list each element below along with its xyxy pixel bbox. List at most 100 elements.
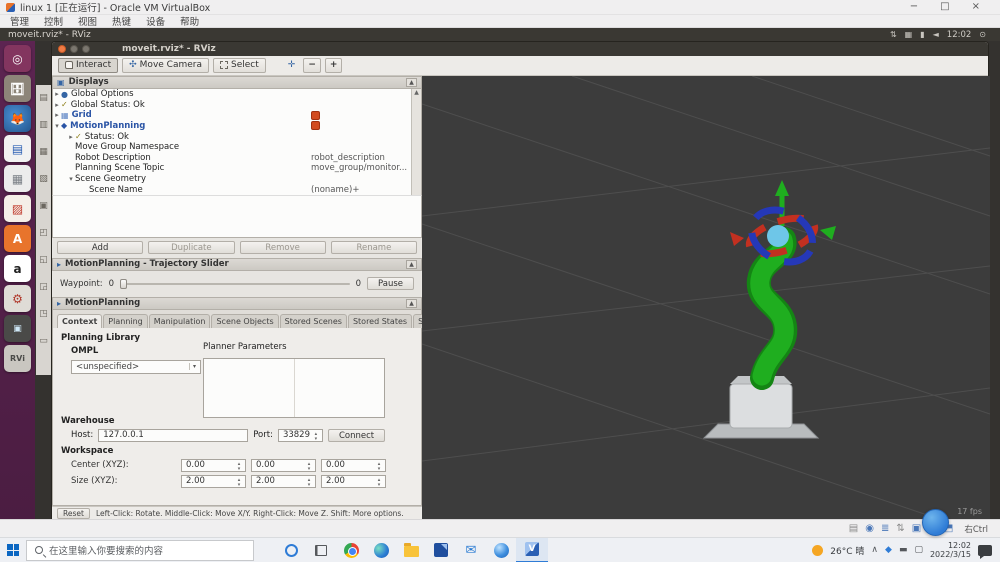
tree-row-grid[interactable]: ▸ ▦ Grid <box>53 110 421 121</box>
rviz-titlebar[interactable]: moveit.rviz* - RViz <box>52 42 988 56</box>
displays-panel-header[interactable]: ▣ Displays ▲ <box>52 76 422 89</box>
size-z-field[interactable]: 2.00 <box>321 475 386 488</box>
start-button[interactable] <box>0 538 26 562</box>
edge-taskbar-button[interactable] <box>366 538 396 562</box>
amazon-icon[interactable]: a <box>4 255 31 282</box>
notification-center-icon[interactable] <box>978 545 992 556</box>
virtualbox-taskbar-button[interactable]: V <box>516 538 548 562</box>
dock-strip-icon[interactable]: ◳ <box>39 309 48 319</box>
rviz-minimize-button[interactable] <box>70 45 78 53</box>
menu-input[interactable]: 热键 <box>112 14 131 28</box>
file-explorer-button[interactable] <box>396 538 426 562</box>
property-value[interactable]: robot_description <box>311 153 385 163</box>
size-y-field[interactable]: 2.00 <box>251 475 316 488</box>
dock-strip-icon[interactable]: ◱ <box>39 255 48 265</box>
ubuntu-clock[interactable]: 12:02 <box>947 30 972 40</box>
planner-library-dropdown[interactable]: <unspecified> ▾ <box>71 360 201 374</box>
add-display-button[interactable]: Add <box>57 241 143 254</box>
add-tool-button[interactable]: + <box>325 58 343 73</box>
expander-icon[interactable]: ▸ <box>53 111 61 119</box>
tree-row-planning-scene-topic[interactable]: Planning Scene Topic move_group/monitor.… <box>53 163 421 174</box>
blue-app-button[interactable] <box>426 538 456 562</box>
menu-view[interactable]: 视图 <box>78 14 97 28</box>
tree-row-motionplanning[interactable]: ▾ ◆ MotionPlanning <box>53 121 421 132</box>
tree-row-move-group-namespace[interactable]: Move Group Namespace <box>53 142 421 153</box>
property-value[interactable]: move_group/monitor... <box>311 163 407 173</box>
cortana-button[interactable] <box>276 538 306 562</box>
motionplanning-panel-header[interactable]: ▸ MotionPlanning ▲ <box>52 297 422 310</box>
tab-stored-scenes[interactable]: Stored Scenes <box>280 314 347 328</box>
volume-icon[interactable]: ◄ <box>933 30 939 39</box>
network-icon[interactable]: ⇅ <box>890 30 897 39</box>
cd-status-icon[interactable]: ◉ <box>865 523 874 534</box>
remove-display-button[interactable]: Remove <box>240 241 326 254</box>
network-status-icon[interactable]: ≣ <box>881 523 889 534</box>
screenshot-tool-icon[interactable]: ▣ <box>4 315 31 342</box>
tray-expand-icon[interactable]: ∧ <box>871 545 878 555</box>
port-field[interactable]: 33829 <box>278 429 323 442</box>
ubuntu-software-icon[interactable]: A <box>4 225 31 252</box>
scroll-up-icon[interactable]: ▲ <box>406 78 417 87</box>
pause-button[interactable]: Pause <box>367 277 414 290</box>
dock-strip-icon[interactable]: ◰ <box>39 228 48 238</box>
select-tool-button[interactable]: Select <box>213 58 266 73</box>
menu-help[interactable]: 帮助 <box>180 14 199 28</box>
battery-icon[interactable]: ▮ <box>920 30 924 39</box>
dock-strip-icon[interactable]: ▣ <box>39 201 48 211</box>
libreoffice-impress-icon[interactable]: ▨ <box>4 195 31 222</box>
size-x-field[interactable]: 2.00 <box>181 475 246 488</box>
center-z-field[interactable]: 0.00 <box>321 459 386 472</box>
firefox-icon[interactable]: 🦊 <box>4 105 31 132</box>
tree-scrollbar[interactable]: ▲ <box>411 89 421 195</box>
chrome-taskbar-button[interactable] <box>336 538 366 562</box>
libreoffice-writer-icon[interactable]: ▤ <box>4 135 31 162</box>
dock-strip-icon[interactable]: ▥ <box>39 120 48 130</box>
tree-row-robot-description[interactable]: Robot Description robot_description <box>53 152 421 163</box>
dash-home-icon[interactable]: ◎ <box>4 45 31 72</box>
dock-strip-icon[interactable]: ▤ <box>39 93 48 103</box>
focus-camera-tool-button[interactable]: ✛ <box>284 58 300 73</box>
libreoffice-calc-icon[interactable]: ▦ <box>4 165 31 192</box>
menu-devices[interactable]: 设备 <box>146 14 165 28</box>
collapse-icon[interactable]: ▲ <box>406 260 417 269</box>
display-status-icon[interactable]: ▣ <box>912 523 921 534</box>
planner-parameters-box[interactable] <box>203 358 385 418</box>
tree-row-scene-geometry[interactable]: ▾ Scene Geometry <box>53 174 421 185</box>
rename-display-button[interactable]: Rename <box>331 241 417 254</box>
mail-button[interactable]: ✉ <box>456 538 486 562</box>
browser-globe-button[interactable] <box>486 538 516 562</box>
remove-tool-button[interactable]: − <box>303 58 321 73</box>
close-button[interactable]: × <box>972 0 980 14</box>
rviz-close-button[interactable] <box>58 45 66 53</box>
tree-row-status-ok[interactable]: ▸ ✓ Status: Ok <box>53 131 421 142</box>
tab-planning[interactable]: Planning <box>103 314 147 328</box>
trajectory-slider-panel-header[interactable]: ▸ MotionPlanning - Trajectory Slider ▲ <box>52 258 422 271</box>
expander-icon[interactable]: ▾ <box>67 175 75 183</box>
defender-shield-icon[interactable]: ◆ <box>885 545 892 555</box>
3d-viewport[interactable]: 17 fps <box>422 76 990 519</box>
files-icon[interactable]: 🗄 <box>4 75 31 102</box>
tab-manipulation[interactable]: Manipulation <box>149 314 211 328</box>
maximize-button[interactable]: □ <box>940 0 949 14</box>
center-y-field[interactable]: 0.00 <box>251 459 316 472</box>
tree-row-global-options[interactable]: ▸ ● Global Options <box>53 89 421 100</box>
expander-icon[interactable]: ▸ <box>53 101 61 109</box>
tab-context[interactable]: Context <box>57 314 102 328</box>
tree-row-scene-name[interactable]: Scene Name (noname)+ <box>53 184 421 195</box>
connect-button[interactable]: Connect <box>328 429 385 442</box>
reset-button[interactable]: Reset <box>57 508 90 519</box>
center-x-field[interactable]: 0.00 <box>181 459 246 472</box>
usb-status-icon[interactable]: ⇅ <box>896 523 904 534</box>
waypoint-slider[interactable] <box>120 279 350 289</box>
input-indicator-icon[interactable]: ▬ <box>899 545 908 555</box>
floating-blue-bubble-icon[interactable] <box>922 509 949 536</box>
tab-scene-objects[interactable]: Scene Objects <box>211 314 278 328</box>
dock-strip-icon[interactable]: ◲ <box>39 282 48 292</box>
host-field[interactable]: 127.0.0.1 <box>98 429 248 442</box>
taskbar-search-input[interactable]: 在这里输入你要搜索的内容 <box>26 540 254 561</box>
dock-strip-icon[interactable]: ▦ <box>39 147 48 157</box>
system-settings-icon[interactable]: ⚙ <box>4 285 31 312</box>
dock-strip-icon[interactable]: ▭ <box>39 336 48 346</box>
expander-icon[interactable]: ▸ <box>67 133 75 141</box>
task-view-button[interactable] <box>306 538 336 562</box>
